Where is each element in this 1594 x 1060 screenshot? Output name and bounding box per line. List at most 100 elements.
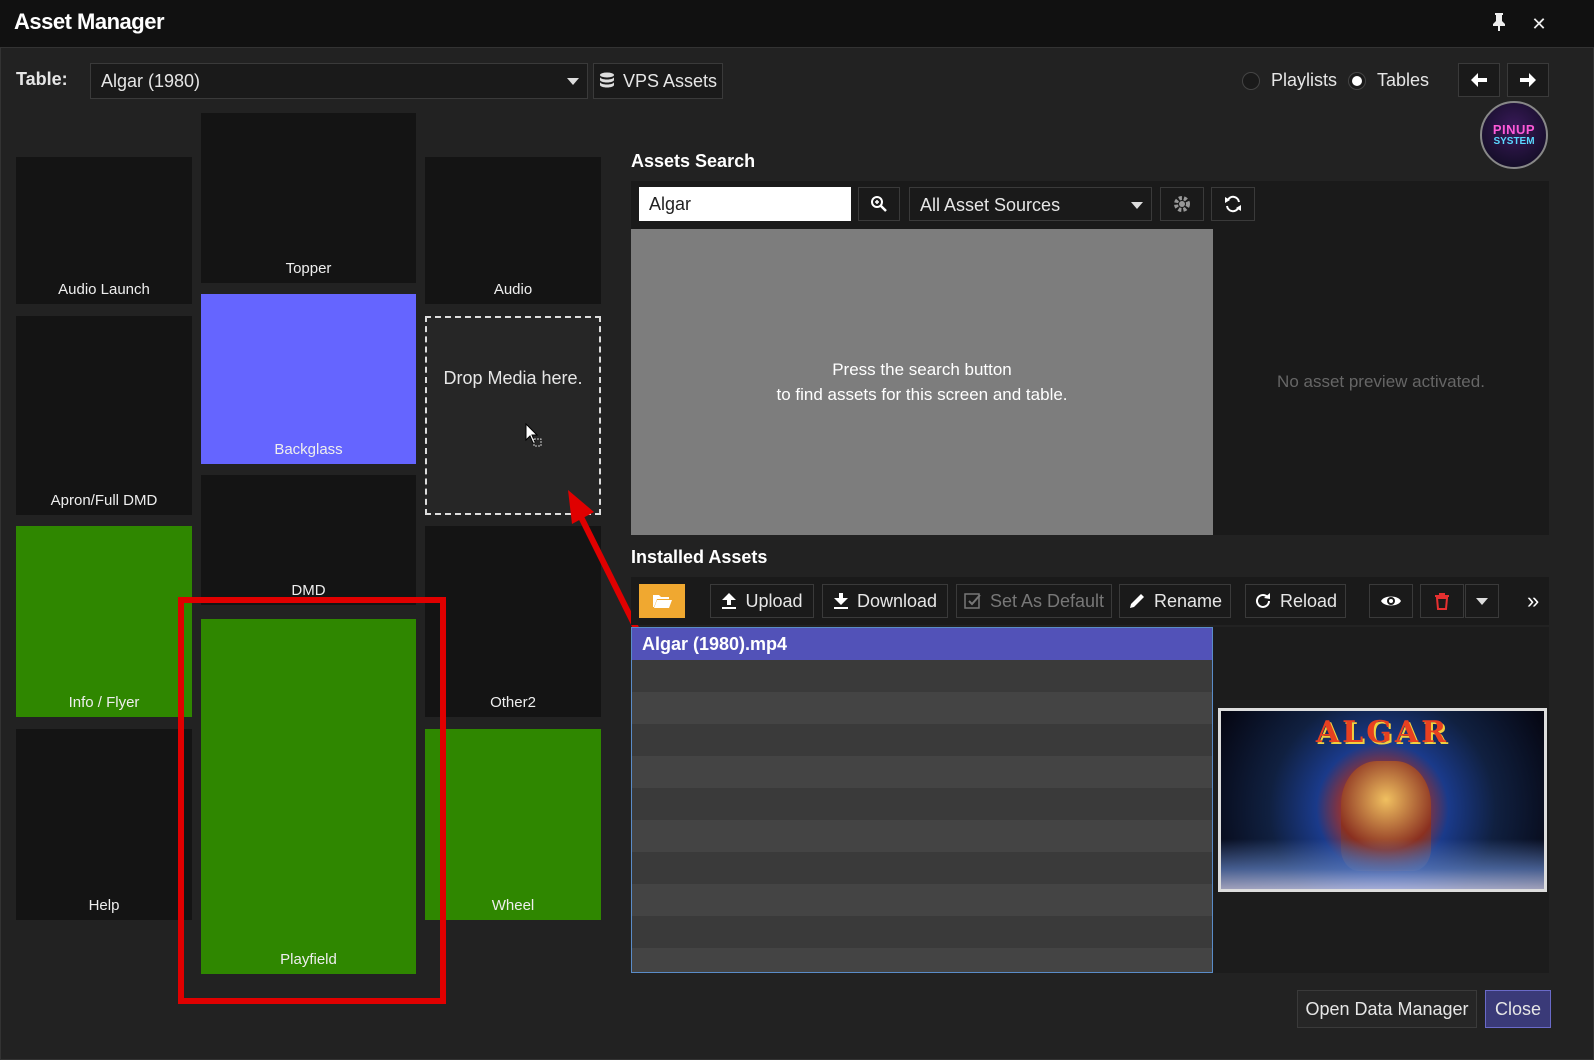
search-input[interactable]: Algar xyxy=(639,187,851,221)
previous-table-button[interactable] xyxy=(1458,63,1500,97)
empty-row xyxy=(632,660,1212,692)
screen-tile-help[interactable]: Help xyxy=(16,729,192,920)
pinup-logo: PINUP SYSTEM xyxy=(1480,101,1548,169)
cursor-icon xyxy=(525,422,543,454)
database-icon xyxy=(599,72,614,88)
screen-tile-topper[interactable]: Topper xyxy=(201,113,416,283)
delete-button[interactable] xyxy=(1420,584,1464,618)
next-table-button[interactable] xyxy=(1507,63,1549,97)
empty-row xyxy=(632,756,1212,788)
set-default-icon xyxy=(964,593,981,609)
chevron-down-icon xyxy=(1131,202,1143,209)
installed-assets-heading: Installed Assets xyxy=(631,547,768,567)
tile-label: Audio xyxy=(493,281,533,298)
empty-row xyxy=(632,852,1212,884)
vps-assets-label: VPS Assets xyxy=(622,70,718,91)
upload-button[interactable]: Upload xyxy=(710,584,814,618)
vps-assets-button[interactable]: VPS Assets xyxy=(593,63,723,99)
tile-label: Help xyxy=(88,897,120,914)
rename-button[interactable]: Rename xyxy=(1119,584,1231,618)
reload-button[interactable]: Reload xyxy=(1245,584,1346,618)
upload-label: Upload xyxy=(745,590,803,611)
title-bar: Asset Manager ✕ xyxy=(0,0,1594,47)
playlists-radio[interactable] xyxy=(1242,72,1260,90)
asset-preview-image: ALGAR xyxy=(1218,708,1547,892)
tile-label: Info / Flyer xyxy=(68,694,140,711)
preview-toggle-button[interactable] xyxy=(1369,584,1413,618)
tables-radio[interactable] xyxy=(1348,72,1366,90)
eye-icon xyxy=(1381,596,1401,606)
asset-preview-panel: No asset preview activated. xyxy=(1213,229,1549,535)
empty-row xyxy=(632,820,1212,852)
close-label: Close xyxy=(1494,998,1542,1019)
screen-tile-audio-launch[interactable]: Audio Launch xyxy=(16,157,192,304)
asset-source-value: All Asset Sources xyxy=(920,195,1061,215)
logo-text-pinup: PINUP xyxy=(1492,122,1536,137)
more-actions-dropdown[interactable] xyxy=(1465,584,1499,618)
empty-row xyxy=(632,884,1212,916)
open-data-manager-label: Open Data Manager xyxy=(1305,998,1469,1019)
file-row[interactable]: Algar (1980).mp4 xyxy=(632,628,1212,660)
empty-row xyxy=(632,788,1212,820)
screen-tile-info-flyer[interactable]: Info / Flyer xyxy=(16,526,192,717)
refresh-button[interactable] xyxy=(1211,187,1255,221)
set-as-default-label: Set As Default xyxy=(989,590,1105,611)
chevron-down-icon xyxy=(1476,597,1488,605)
tile-label: Backglass xyxy=(274,441,343,458)
pencil-icon xyxy=(1129,594,1144,608)
installed-files-list[interactable]: Algar (1980).mp4 xyxy=(631,627,1213,973)
search-hint-line2: to find assets for this screen and table… xyxy=(776,385,1068,404)
reload-icon xyxy=(1255,593,1270,608)
set-as-default-button[interactable]: Set As Default xyxy=(956,584,1112,618)
search-results-area[interactable]: Press the search button to find assets f… xyxy=(631,229,1213,535)
expand-icon[interactable]: » xyxy=(1527,588,1539,614)
trash-icon xyxy=(1435,593,1449,610)
empty-row xyxy=(632,692,1212,724)
screen-tile-audio[interactable]: Audio xyxy=(425,157,601,304)
assets-search-heading: Assets Search xyxy=(631,151,756,171)
pin-icon[interactable] xyxy=(1487,12,1511,36)
open-data-manager-button[interactable]: Open Data Manager xyxy=(1297,990,1477,1028)
tile-label: Apron/Full DMD xyxy=(50,492,158,509)
empty-row xyxy=(632,724,1212,756)
annotation-highlight-box xyxy=(178,597,446,1004)
gear-icon xyxy=(1174,196,1190,212)
screen-tile-backglass[interactable]: Backglass xyxy=(201,294,416,464)
close-icon[interactable]: ✕ xyxy=(1527,12,1551,36)
rename-label: Rename xyxy=(1153,590,1223,611)
upload-icon xyxy=(722,593,737,609)
tables-label: Tables xyxy=(1377,70,1430,90)
tile-label: Other2 xyxy=(490,694,536,711)
table-select[interactable]: Algar (1980) xyxy=(90,63,588,99)
preview-water-shape xyxy=(1221,839,1544,889)
empty-row xyxy=(632,916,1212,948)
folder-open-icon xyxy=(653,595,672,608)
preview-empty-text: No asset preview activated. xyxy=(1277,372,1485,391)
tile-label: Wheel xyxy=(491,897,535,914)
drop-zone-label: Drop Media here. xyxy=(443,368,583,388)
close-button[interactable]: Close xyxy=(1485,990,1551,1028)
playlists-label: Playlists xyxy=(1271,70,1338,90)
table-label: Table: xyxy=(16,69,68,89)
preview-title-text: ALGAR xyxy=(1315,715,1450,750)
download-button[interactable]: Download xyxy=(822,584,948,618)
empty-row xyxy=(632,948,1212,972)
open-folder-button[interactable] xyxy=(639,584,685,618)
settings-button[interactable] xyxy=(1160,187,1204,221)
asset-source-select[interactable]: All Asset Sources xyxy=(909,187,1152,221)
arrow-right-icon xyxy=(1520,73,1536,87)
file-rows: Algar (1980).mp4 xyxy=(632,628,1212,972)
logo-text-system: SYSTEM xyxy=(1493,136,1535,147)
tile-label: Audio Launch xyxy=(58,281,150,298)
search-button[interactable] xyxy=(858,187,900,221)
chevron-down-icon xyxy=(567,78,579,85)
screen-tile-dmd[interactable]: DMD xyxy=(201,475,416,605)
download-label: Download xyxy=(856,590,938,611)
arrow-left-icon xyxy=(1471,73,1487,87)
screen-tile-apron[interactable]: Apron/Full DMD xyxy=(16,316,192,515)
radio-dot-icon xyxy=(1352,76,1362,86)
screen-tile-wheel[interactable]: Wheel xyxy=(425,729,601,920)
reload-label: Reload xyxy=(1279,590,1338,611)
search-icon xyxy=(871,196,887,212)
table-select-value: Algar (1980) xyxy=(101,71,201,91)
